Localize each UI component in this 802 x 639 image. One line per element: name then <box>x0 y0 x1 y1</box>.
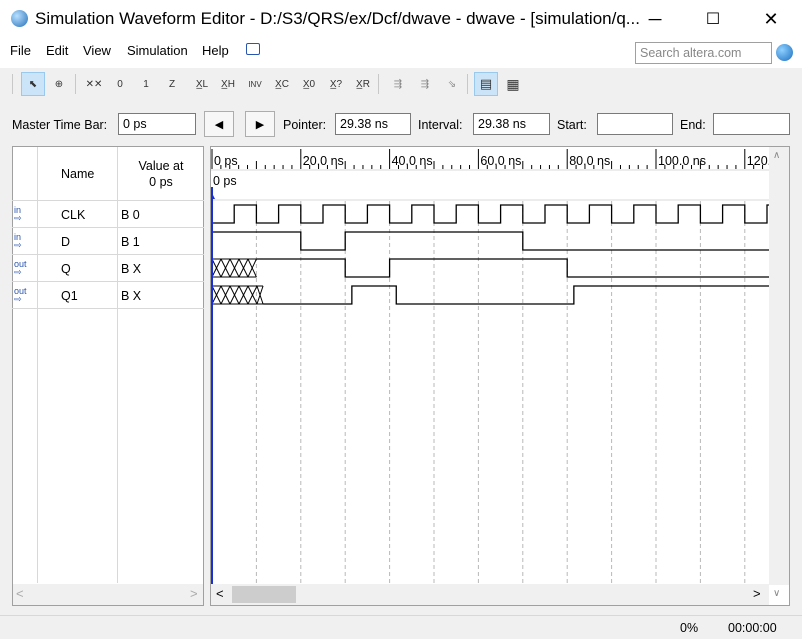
window-title: Simulation Waveform Editor - D:/S3/QRS/e… <box>35 9 640 28</box>
invert-icon[interactable]: INV <box>243 72 267 96</box>
overwrite-icon[interactable]: ▤ <box>474 72 498 96</box>
feedback-icon[interactable] <box>246 43 260 55</box>
menu-view[interactable]: View <box>81 43 113 58</box>
interval-field[interactable]: 29.38 ns <box>473 113 550 135</box>
forcing-high-icon[interactable]: 1 <box>134 72 158 96</box>
waveform-canvas[interactable]: 0 ps 20.0 ns 40.0 ns 60.0 ns 80.0 ns 100.0 ns… <box>211 147 789 585</box>
previous-transition-button[interactable]: ◀ <box>204 111 234 137</box>
interval-label: Interval: <box>418 118 463 132</box>
output-pin-icon: out ⇨ <box>14 286 27 304</box>
waveform-d <box>212 231 789 251</box>
time-ruler-label: 0 ps <box>214 154 238 168</box>
grid-icon[interactable]: ▦ <box>501 72 525 96</box>
toolbar-grip <box>12 74 13 94</box>
output-pin-icon: out ⇨ <box>14 259 27 277</box>
time-ruler-label: 60.0 ns <box>480 154 521 168</box>
random-value-icon[interactable]: X̲R <box>351 72 375 96</box>
time-ruler-label: 40.0 ns <box>392 154 433 168</box>
toolbar-separator <box>467 74 468 94</box>
signal-name: D <box>61 235 71 249</box>
waveform-q1 <box>263 285 789 305</box>
signal-name: Q <box>61 262 71 276</box>
toolbar-separator <box>75 74 76 94</box>
start-label: Start: <box>557 118 587 132</box>
high-impedance-icon[interactable]: Z <box>160 72 184 96</box>
scrollbar-thumb[interactable] <box>232 586 296 603</box>
time-ruler-label: 80.0 ns <box>569 154 610 168</box>
master-time-bar-field[interactable]: 0 ps <box>118 113 196 135</box>
input-pin-icon: in ⇨ <box>14 232 22 250</box>
menu-file[interactable]: File <box>8 43 33 58</box>
signal-value: B X <box>121 262 142 276</box>
signal-name: Q1 <box>61 289 78 303</box>
start-field[interactable] <box>597 113 673 135</box>
search-input[interactable]: Search altera.com <box>635 42 772 64</box>
snap-transitions-icon[interactable]: ⇶ <box>413 72 437 96</box>
weak-high-icon[interactable]: X̲H <box>216 72 240 96</box>
value-header-line1: Value at <box>138 159 184 173</box>
toolbar-separator <box>378 74 379 94</box>
globe-icon[interactable] <box>776 44 793 61</box>
clock-value-icon[interactable]: X̲0 <box>297 72 321 96</box>
arbitrary-value-icon[interactable]: X̲? <box>324 72 348 96</box>
signal-row-q[interactable] <box>13 255 203 281</box>
zoom-tool-icon[interactable]: ⊕ <box>47 72 71 96</box>
maximize-button[interactable]: ☐ <box>684 0 742 38</box>
scroll-right-icon[interactable]: > <box>753 586 761 601</box>
waveform-clk <box>212 204 789 224</box>
count-value-icon[interactable]: X̲C <box>270 72 294 96</box>
sort-icon[interactable]: ⇘ <box>440 72 464 96</box>
signal-value: B X <box>121 289 142 303</box>
signal-row-clk[interactable] <box>13 201 203 227</box>
scroll-down-icon[interactable]: ∨ <box>773 588 780 599</box>
input-pin-icon: in ⇨ <box>14 205 22 223</box>
menu-simulation[interactable]: Simulation <box>125 43 190 58</box>
master-time-bar-marker <box>212 193 215 199</box>
forcing-low-icon[interactable]: 0 <box>108 72 132 96</box>
pointer-field[interactable]: 29.38 ns <box>335 113 411 135</box>
cursor-time-label: 0 ps <box>213 174 237 188</box>
scroll-up-icon[interactable]: ∧ <box>773 150 780 161</box>
signal-name: CLK <box>61 208 86 222</box>
weak-low-icon[interactable]: X̲L <box>190 72 214 96</box>
scroll-left-icon[interactable]: < <box>216 586 224 601</box>
scroll-left-icon[interactable]: < <box>16 586 24 601</box>
waveform-vertical-scrollbar[interactable] <box>769 147 789 585</box>
close-button[interactable]: ✕ <box>742 0 800 38</box>
signal-row-q1[interactable] <box>13 282 203 308</box>
selection-tool-icon[interactable]: ⬉ <box>21 72 45 96</box>
app-logo-icon <box>11 10 28 27</box>
end-field[interactable] <box>713 113 790 135</box>
next-transition-button[interactable]: ▶ <box>245 111 275 137</box>
elapsed-time: 00:00:00 <box>728 621 777 635</box>
forcing-unknown-icon[interactable]: ✕✕ <box>82 72 106 96</box>
signal-row-d[interactable] <box>13 228 203 254</box>
status-divider <box>0 615 802 616</box>
time-ruler-label: 20.0 ns <box>303 154 344 168</box>
minimize-button[interactable]: ─ <box>626 0 684 38</box>
signal-value: B 1 <box>121 235 140 249</box>
signal-panel-scrollbar[interactable] <box>13 584 203 605</box>
name-column-header[interactable]: Name <box>61 167 94 181</box>
row-separator <box>12 308 204 309</box>
menu-help[interactable]: Help <box>200 43 231 58</box>
end-label: End: <box>680 118 706 132</box>
menu-edit[interactable]: Edit <box>44 43 70 58</box>
snap-to-grid-icon[interactable]: ⇶ <box>386 72 410 96</box>
progress-indicator: 0% <box>680 621 699 635</box>
value-column-header[interactable]: Value at 0 ps <box>121 159 201 189</box>
scroll-right-icon[interactable]: > <box>190 586 198 601</box>
value-header-line2: 0 ps <box>149 175 173 189</box>
pointer-label: Pointer: <box>283 118 327 132</box>
master-time-bar-label: Master Time Bar: <box>12 118 108 132</box>
signal-value: B 0 <box>121 208 140 222</box>
